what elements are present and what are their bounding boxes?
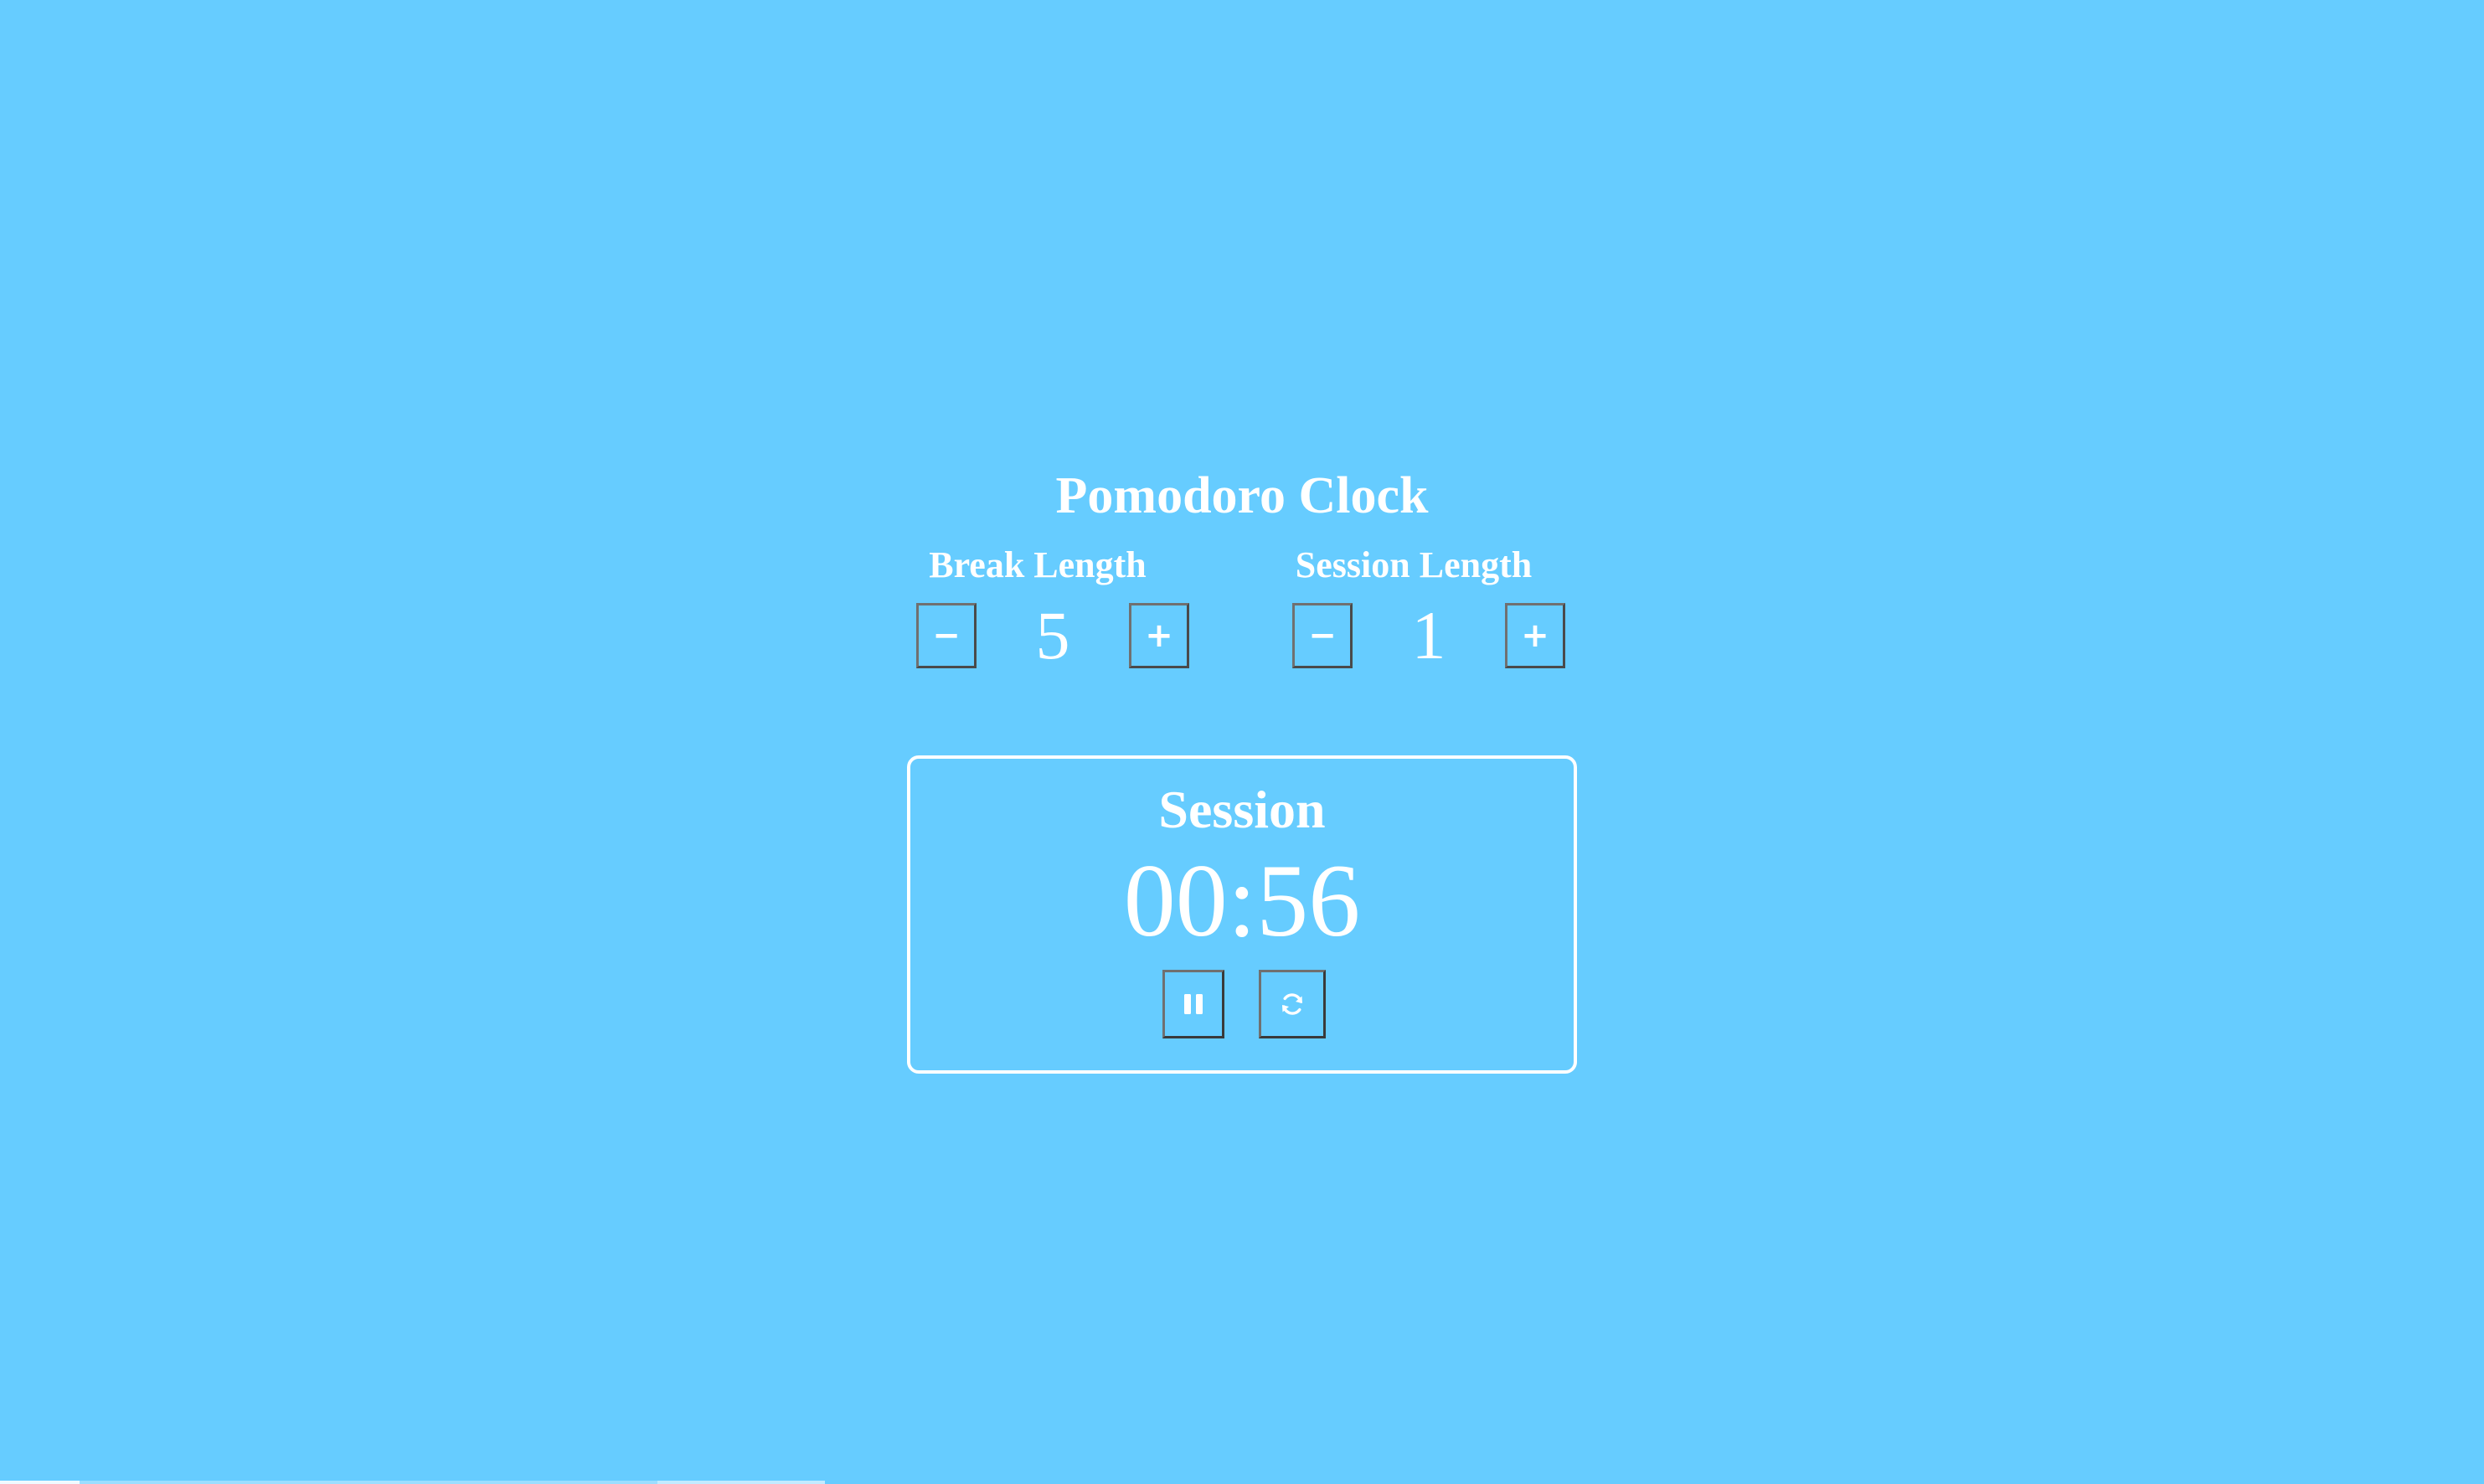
session-increment-button[interactable]: +: [1505, 603, 1565, 668]
page-title: Pomodoro Clock: [1055, 467, 1429, 524]
break-increment-button[interactable]: +: [1129, 603, 1189, 668]
refresh-icon: [1282, 993, 1302, 1015]
break-length-label: Break Length: [929, 544, 1147, 585]
pause-icon: [1184, 994, 1203, 1014]
session-length-label: Session Length: [1295, 544, 1533, 585]
bottom-edge-line: [80, 1481, 657, 1484]
pause-button[interactable]: [1162, 970, 1224, 1038]
timer-panel: Session 00:56: [907, 755, 1577, 1074]
bottom-edge-line: [657, 1481, 825, 1484]
session-length-value: 1: [1411, 597, 1446, 673]
session-decrement-button[interactable]: −: [1292, 603, 1353, 668]
break-decrement-button[interactable]: −: [916, 603, 977, 668]
reset-button[interactable]: [1259, 970, 1326, 1038]
timer-label: Session: [1158, 780, 1326, 839]
bottom-edge-line: [0, 1481, 80, 1484]
timer-display: 00:56: [1123, 843, 1361, 958]
pomodoro-app: Pomodoro Clock Break Length − 5 + Sessio…: [0, 0, 2484, 1484]
break-length-value: 5: [1035, 597, 1070, 673]
